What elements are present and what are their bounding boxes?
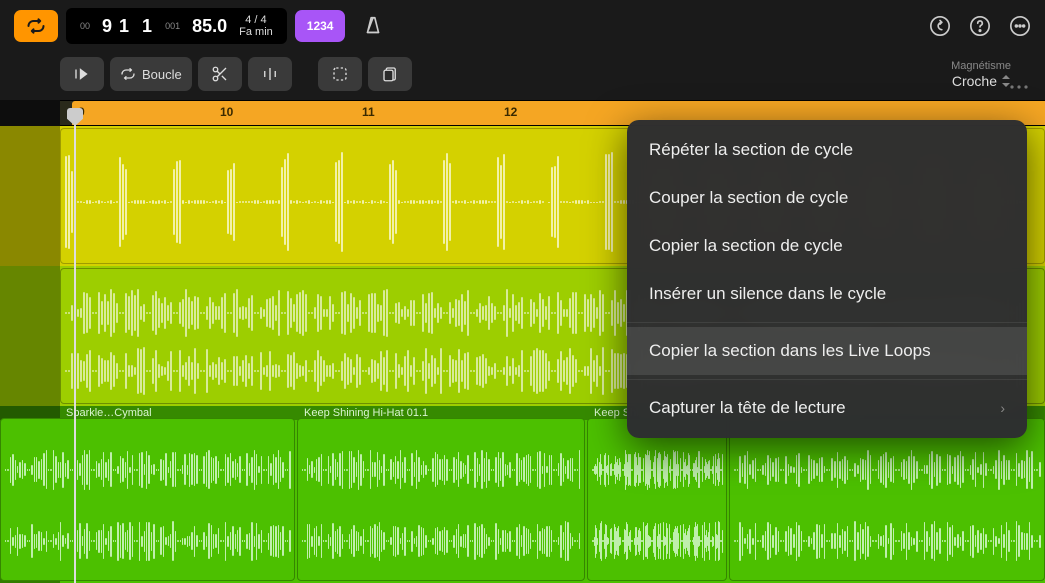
count-in-label: 1234: [307, 19, 334, 33]
cycle-context-menu: Répéter la section de cycle Couper la se…: [627, 120, 1027, 438]
marquee-icon: [331, 65, 349, 83]
menu-repeat-cycle[interactable]: Répéter la section de cycle: [627, 126, 1027, 174]
menu-capture-playhead[interactable]: Capturer la tête de lecture ›: [627, 384, 1027, 432]
scissors-icon: [211, 65, 229, 83]
boucle-button[interactable]: Boucle: [110, 57, 192, 91]
marquee-button[interactable]: [318, 57, 362, 91]
waveform: [592, 437, 722, 574]
magnetism-selector[interactable]: Croche: [952, 73, 1011, 89]
metronome-icon: [362, 15, 384, 37]
position-beats: 1: [142, 16, 153, 37]
position-prefix: 00: [80, 21, 90, 31]
cycle-toggle-button[interactable]: [14, 10, 58, 42]
top-right-controls: [929, 15, 1031, 37]
track-header-2[interactable]: [0, 266, 60, 406]
tempo-value[interactable]: 85.0: [192, 16, 227, 37]
help-icon[interactable]: [969, 15, 991, 37]
track-header-1[interactable]: [0, 126, 60, 266]
magnetism-label: Magnétisme: [951, 60, 1011, 72]
metronome-button[interactable]: [353, 10, 393, 42]
split-button[interactable]: [248, 57, 292, 91]
audio-clip[interactable]: Hushed Tones Hi-Hat: [729, 418, 1045, 581]
catch-playhead-icon: [73, 65, 91, 83]
clip-label: Sparkle…Cymbal: [66, 407, 152, 419]
menu-cut-cycle[interactable]: Couper la section de cycle: [627, 174, 1027, 222]
transport-bar: 00 9 1 1 001 85.0 4 / 4 Fa min 1234: [0, 0, 1045, 52]
loop-icon: [120, 66, 136, 82]
menu-copy-to-live-loops[interactable]: Copier la section dans les Live Loops: [627, 327, 1027, 375]
scissors-button[interactable]: [198, 57, 242, 91]
signature-block[interactable]: 4 / 4 Fa min: [239, 14, 273, 38]
time-signature: 4 / 4: [245, 14, 266, 26]
waveform: [302, 437, 580, 574]
clipboard-button[interactable]: [368, 57, 412, 91]
waveform: [5, 437, 290, 574]
toolbar-more-button[interactable]: [1009, 78, 1029, 96]
audio-clip[interactable]: Keep Shi…Hat 01.1: [587, 418, 727, 581]
key-signature: Fa min: [239, 26, 273, 38]
split-icon: [261, 65, 279, 83]
more-icon[interactable]: [1009, 15, 1031, 37]
clip-label: Keep Shining Hi-Hat 01.1: [304, 407, 428, 419]
catch-playhead-button[interactable]: [60, 57, 104, 91]
cycle-icon: [26, 18, 46, 34]
playhead[interactable]: [74, 124, 76, 583]
position-bars: 9 1: [102, 16, 130, 37]
edit-toolbar: Boucle Magnétisme Croche: [0, 52, 1045, 100]
menu-copy-cycle[interactable]: Copier la section de cycle: [627, 222, 1027, 270]
audio-clip[interactable]: Sparkle…Cymbal: [0, 418, 295, 581]
menu-insert-silence[interactable]: Insérer un silence dans le cycle: [627, 270, 1027, 318]
waveform: [734, 437, 1040, 574]
boucle-label: Boucle: [142, 67, 182, 82]
lcd-display[interactable]: 00 9 1 1 001 85.0 4 / 4 Fa min: [66, 8, 287, 44]
chevron-right-icon: ›: [1000, 400, 1005, 416]
audio-clip[interactable]: Keep Shining Hi-Hat 01.1: [297, 418, 585, 581]
position-ticks: 001: [165, 21, 180, 31]
undo-icon[interactable]: [929, 15, 951, 37]
magnetism-value: Croche: [952, 73, 997, 89]
clipboard-icon: [381, 65, 399, 83]
count-in-button[interactable]: 1234: [295, 10, 346, 42]
